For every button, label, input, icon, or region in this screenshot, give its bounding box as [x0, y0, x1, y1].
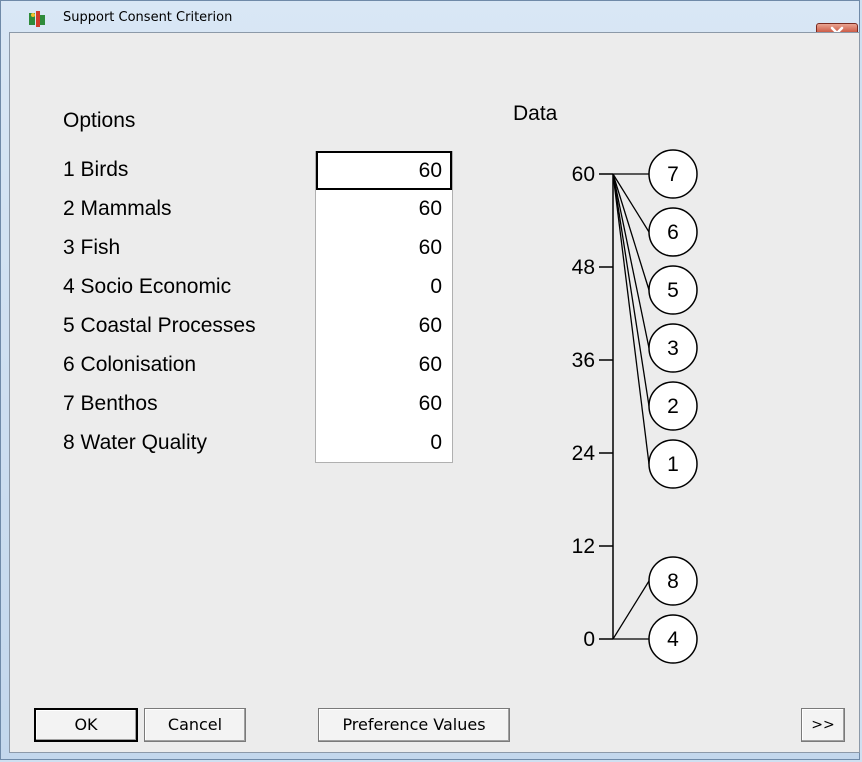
marker-connector	[612, 580, 650, 640]
marker-label: 3	[667, 337, 679, 360]
tick-label: 0	[583, 628, 595, 651]
tick-label: 48	[572, 256, 595, 279]
value-cell[interactable]: 60	[316, 307, 452, 346]
cancel-button[interactable]: Cancel	[144, 708, 246, 742]
marker-connector	[612, 173, 650, 291]
value-cell[interactable]: 0	[316, 268, 452, 307]
preference-values-button[interactable]: Preference Values	[318, 708, 510, 742]
data-chart: 0 12 24 36 48 60 8 4 7 6 5 3 2 1	[572, 149, 698, 664]
value-cell[interactable]: 60	[316, 385, 452, 424]
tick-label: 24	[572, 442, 596, 465]
value-cell[interactable]: 60	[316, 190, 452, 229]
option-label: 4 Socio Economic	[63, 275, 232, 298]
marker-label: 1	[667, 453, 679, 476]
marker-label: 7	[667, 163, 679, 186]
app-icon	[29, 11, 45, 27]
value-cell[interactable]: 0	[316, 424, 452, 463]
value-cell[interactable]: 60	[316, 151, 452, 190]
marker-connector	[612, 173, 650, 407]
marker-label: 5	[667, 279, 679, 302]
option-label: 2 Mammals	[63, 197, 172, 220]
option-label: 5 Coastal Processes	[63, 314, 256, 337]
value-cell[interactable]: 60	[316, 229, 452, 268]
marker-label: 4	[667, 628, 679, 651]
tick-label: 36	[572, 349, 595, 372]
window-title: Support Consent Criterion	[63, 10, 233, 25]
option-label: 1 Birds	[63, 158, 129, 181]
marker-label: 6	[667, 221, 679, 244]
option-label: 3 Fish	[63, 236, 121, 259]
option-label: 6 Colonisation	[63, 353, 197, 376]
marker-label: 2	[667, 395, 679, 418]
more-button[interactable]: >>	[801, 708, 845, 742]
dialog-window: Support Consent Criterion Options 1 Bird…	[0, 0, 860, 760]
tick-label: 60	[572, 163, 595, 186]
marker-label: 8	[667, 570, 679, 593]
option-label: 7 Benthos	[63, 392, 158, 415]
values-grid: 60 60 60 0 60 60 60 0	[315, 151, 453, 463]
data-heading: Data	[513, 102, 558, 125]
ok-button[interactable]: OK	[34, 708, 138, 742]
title-bar[interactable]: Support Consent Criterion	[1, 1, 859, 33]
tick-label: 12	[572, 535, 595, 558]
option-label: 8 Water Quality	[63, 431, 207, 454]
value-cell[interactable]: 60	[316, 346, 452, 385]
options-heading: Options	[63, 109, 136, 132]
